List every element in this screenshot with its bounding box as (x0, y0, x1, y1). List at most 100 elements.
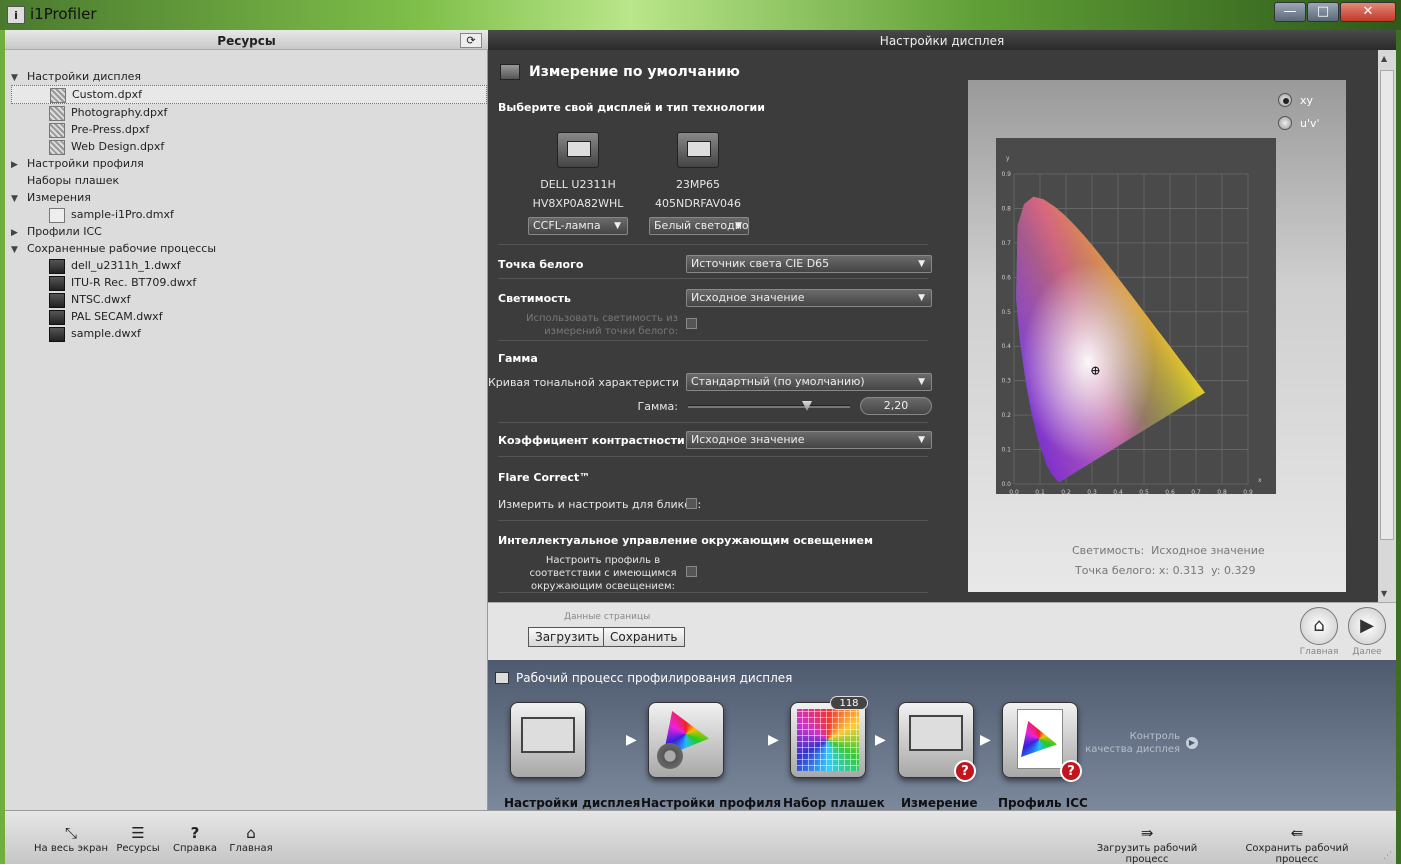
ambient-label: Настроить профиль в соответствии с имеющ… (529, 555, 677, 592)
home-tool[interactable]: ⌂ Главная (227, 823, 275, 854)
fullscreen-tool[interactable]: ⤡ На весь экран (33, 823, 109, 854)
tree-item-label: Профили ICC (27, 225, 102, 238)
tree-item[interactable]: Photography.dpxf (11, 104, 487, 121)
dpxf-file-icon (49, 105, 65, 121)
minimize-button[interactable]: — (1274, 2, 1306, 22)
help-tool[interactable]: ? Справка (171, 823, 219, 854)
tree-item[interactable]: dell_u2311h_1.dwxf (11, 257, 487, 274)
contrast-dropdown[interactable]: Исходное значение ▼ (686, 431, 932, 449)
mode-uv-radio[interactable] (1278, 116, 1292, 130)
gamma-slider-handle[interactable] (802, 401, 812, 411)
display-2-tech-dropdown[interactable]: Белый светодиод ▼ (649, 217, 749, 235)
tree-item[interactable]: ▼ Сохраненные рабочие процессы (11, 240, 487, 257)
tree-item-label: ITU-R Rec. BT709.dwxf (71, 276, 197, 289)
tree-item-label: sample-i1Pro.dmxf (71, 208, 174, 221)
mode-xy-label: xy (1300, 94, 1314, 107)
ambient-checkbox[interactable] (686, 566, 697, 577)
resources-panel: Ресурсы ⟳ ▼ Настройки дисплея Custom.dpxf P… (5, 30, 488, 810)
expand-arrow-icon[interactable]: ▼ (11, 242, 21, 259)
tree-item[interactable]: Наборы плашек (11, 172, 487, 189)
tree-item-label: Photography.dpxf (71, 106, 168, 119)
refresh-icon: ⟳ (466, 34, 476, 47)
mode-xy-radio[interactable] (1278, 93, 1292, 107)
y-tick-label: 0.2 (1001, 412, 1011, 419)
resources-tool[interactable]: ☰ Ресурсы (113, 823, 163, 854)
luminance-sub-label: Использовать светимость из измерений точ… (525, 313, 678, 337)
tree-item[interactable]: Pre-Press.dpxf (11, 121, 487, 138)
save-button[interactable]: Сохранить (603, 627, 685, 647)
tree-item-label: PAL SECAM.dwxf (71, 310, 163, 323)
status-white-point: Точка белого: x: 0.313 y: 0.329 (1075, 564, 1255, 577)
tree-item-label: Настройки профиля (27, 157, 144, 170)
status-white-x: x: 0.313 (1158, 564, 1205, 577)
flare-checkbox[interactable] (686, 498, 697, 509)
scrollbar-thumb[interactable] (1380, 70, 1394, 540)
qa-label[interactable]: Контроль качества дисплея (1084, 730, 1180, 756)
tree-item-label: Web Design.dpxf (71, 140, 165, 153)
patch-grid (797, 709, 859, 771)
step-measure-label[interactable]: Измерение (901, 796, 978, 810)
workflow-title: Рабочий процесс профилирования дисплея (516, 671, 793, 685)
expand-arrow-icon[interactable]: ▼ (11, 191, 21, 208)
gamma-stepper[interactable]: 2,20 (860, 397, 932, 415)
step-patch-set-icon[interactable] (790, 702, 866, 778)
status-luminance-label: Светимость: (1072, 544, 1145, 557)
refresh-button[interactable]: ⟳ (460, 33, 482, 48)
tree-item[interactable]: Custom.dpxf (11, 85, 487, 104)
choose-display-label: Выберите свой дисплей и тип технологии (498, 101, 765, 114)
step-display-settings-label[interactable]: Настройки дисплея (504, 796, 640, 810)
display-2-icon[interactable] (677, 132, 719, 168)
contrast-value: Исходное значение (691, 433, 805, 446)
luminance-value: Исходное значение (691, 291, 805, 304)
tree-item[interactable]: PAL SECAM.dwxf (11, 308, 487, 325)
tree-item[interactable]: ITU-R Rec. BT709.dwxf (11, 274, 487, 291)
expand-arrow-icon[interactable]: ▼ (11, 70, 21, 87)
luminance-dropdown[interactable]: Исходное значение ▼ (686, 289, 932, 307)
tree-item-label: dell_u2311h_1.dwxf (71, 259, 181, 272)
scroll-up-icon[interactable]: ▲ (1381, 54, 1387, 63)
load-workflow-tool[interactable]: ⇛ Загрузить рабочий процесс (1077, 823, 1217, 865)
step-patch-set-label[interactable]: Набор плашек (783, 796, 885, 810)
display-1-tech-dropdown[interactable]: CCFL-лампа ▼ (528, 217, 628, 235)
close-button[interactable]: ✕ (1340, 2, 1396, 22)
scroll-down-icon[interactable]: ▼ (1381, 589, 1387, 598)
tree-item[interactable]: ▼ Настройки дисплея (11, 68, 487, 85)
y-axis-label: y (1006, 155, 1010, 162)
dwxf-file-icon (49, 258, 65, 274)
gamma-slider-track[interactable] (688, 401, 850, 411)
separator (498, 456, 928, 457)
chevron-down-icon: ▼ (918, 377, 925, 387)
step-icc-profile-label[interactable]: Профиль ICC (998, 796, 1088, 810)
next-button[interactable]: ▶ (1348, 607, 1386, 645)
step-profile-settings-icon[interactable] (648, 702, 724, 778)
luminance-checkbox[interactable] (686, 318, 697, 329)
save-workflow-tool[interactable]: ⇚ Сохранить рабочий процесс (1225, 823, 1369, 865)
resize-grip-icon[interactable]: ⋰ (1383, 851, 1392, 861)
home-button[interactable]: ⌂ (1300, 607, 1338, 645)
tree-item[interactable]: Web Design.dpxf (11, 138, 487, 155)
resources-tree: ▼ Настройки дисплея Custom.dpxf Photography… (11, 68, 487, 342)
tree-item[interactable]: sample.dwxf (11, 325, 487, 342)
tree-item-label: Настройки дисплея (27, 70, 142, 83)
white-point-label: Точка белого (498, 258, 584, 271)
load-button[interactable]: Загрузить (528, 627, 607, 647)
separator (498, 422, 928, 423)
maximize-button[interactable]: □ (1307, 2, 1339, 22)
resources-tool-label: Ресурсы (116, 843, 160, 854)
tree-item[interactable]: ▶ Настройки профиля (11, 155, 487, 172)
x-tick-label: 0.4 (1113, 489, 1123, 494)
arrow-right-circle-icon[interactable]: ▶ (1186, 737, 1198, 749)
step-display-settings-icon[interactable] (510, 702, 586, 778)
tree-item[interactable]: ▶ Профили ICC (11, 223, 487, 240)
monitor-icon (495, 672, 509, 684)
tree-item[interactable]: NTSC.dwxf (11, 291, 487, 308)
tree-item[interactable]: ▼ Измерения (11, 189, 487, 206)
white-point-dropdown[interactable]: Источник света CIE D65 ▼ (686, 255, 932, 273)
curve-dropdown[interactable]: Стандартный (по умолчанию) ▼ (686, 373, 932, 391)
tree-item-label: Наборы плашек (27, 174, 120, 187)
gamma-value: 2,20 (883, 399, 909, 412)
tree-item[interactable]: sample-i1Pro.dmxf (11, 206, 487, 223)
tree-item-label: NTSC.dwxf (71, 293, 131, 306)
step-profile-settings-label[interactable]: Настройки профиля (641, 796, 781, 810)
display-1-icon[interactable] (557, 132, 599, 168)
